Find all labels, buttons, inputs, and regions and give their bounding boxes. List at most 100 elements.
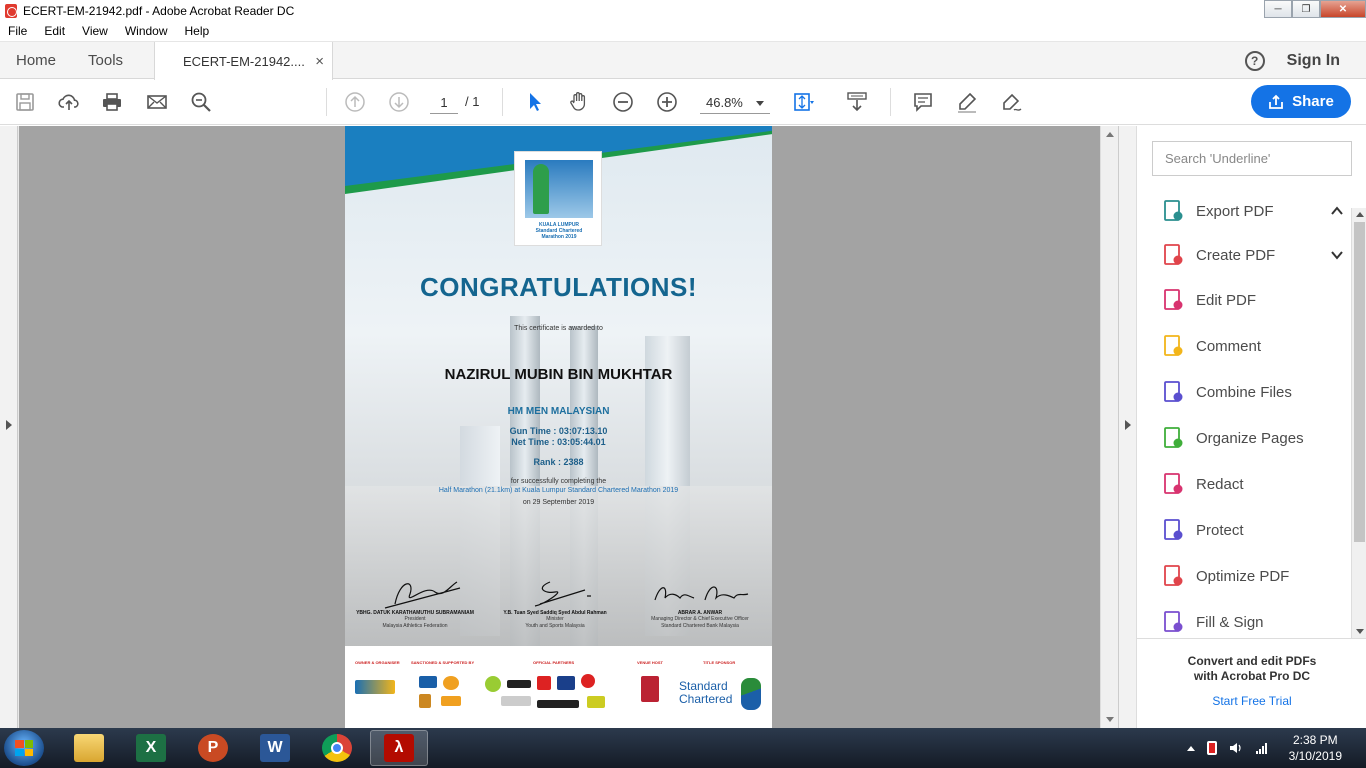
save-icon[interactable] bbox=[14, 91, 36, 113]
sign-pen-icon[interactable] bbox=[1000, 91, 1022, 113]
start-free-trial-link[interactable]: Start Free Trial bbox=[1137, 694, 1366, 708]
menu-edit[interactable]: Edit bbox=[36, 24, 74, 38]
sign-in-link[interactable]: Sign In bbox=[1287, 52, 1340, 70]
scroll-up-icon[interactable] bbox=[1356, 212, 1364, 217]
tool-label: Create PDF bbox=[1196, 246, 1276, 264]
excel-taskbar-button[interactable]: X bbox=[122, 730, 180, 766]
word-taskbar-button[interactable]: W bbox=[246, 730, 304, 766]
tools-scrollbar[interactable] bbox=[1351, 208, 1366, 638]
event-date: on 29 September 2019 bbox=[522, 499, 595, 506]
comment-icon[interactable] bbox=[912, 91, 934, 113]
help-icon[interactable]: ? bbox=[1244, 50, 1265, 71]
tool-protect[interactable]: Protect bbox=[1161, 515, 1351, 545]
zoom-in-icon[interactable] bbox=[656, 91, 678, 113]
tab-home[interactable]: Home bbox=[0, 42, 72, 79]
tab-document-label: ECERT-EM-21942.... bbox=[183, 53, 305, 69]
file-explorer-taskbar-button[interactable] bbox=[60, 730, 118, 766]
menu-file[interactable]: File bbox=[0, 24, 36, 38]
show-hidden-icons-icon[interactable] bbox=[1186, 745, 1195, 751]
tools-search-input[interactable]: Search 'Underline' bbox=[1152, 141, 1352, 176]
select-cursor-icon[interactable] bbox=[524, 91, 546, 113]
signatory-role: Managing Director & Chief Executive Offi… bbox=[651, 616, 749, 622]
combine-files-icon bbox=[1161, 380, 1185, 404]
menu-help[interactable]: Help bbox=[177, 24, 219, 38]
document-scrollbar[interactable] bbox=[1100, 126, 1118, 728]
highlight-pen-icon[interactable] bbox=[956, 91, 978, 113]
tool-edit-pdf[interactable]: Edit PDF bbox=[1161, 285, 1351, 315]
fit-page-icon[interactable] bbox=[792, 91, 814, 113]
promo-text: Convert and edit PDFs with Acrobat Pro D… bbox=[1187, 654, 1317, 683]
sponsor-heading: OWNER & ORGANISER bbox=[355, 660, 400, 665]
sponsor-logo bbox=[557, 676, 575, 690]
share-button[interactable]: Share bbox=[1251, 85, 1351, 118]
tool-export-pdf[interactable]: Export PDF bbox=[1161, 196, 1351, 226]
maximize-button[interactable]: ❐ bbox=[1292, 0, 1320, 18]
upload-cloud-icon[interactable] bbox=[58, 91, 80, 113]
signatory-org: Malaysia Athletics Federation bbox=[382, 623, 448, 629]
comment-icon bbox=[1161, 334, 1185, 358]
tool-fill-sign[interactable]: Fill & Sign bbox=[1161, 607, 1351, 637]
minimize-button[interactable]: ─ bbox=[1264, 0, 1292, 18]
chrome-taskbar-button[interactable] bbox=[308, 730, 366, 766]
signature-block: ABRAR A. ANWAR Managing Director & Chief… bbox=[630, 574, 770, 630]
right-panel-toggle[interactable] bbox=[1118, 126, 1136, 728]
tool-combine-files[interactable]: Combine Files bbox=[1161, 377, 1351, 407]
zoom-level-value: 46.8% bbox=[706, 95, 743, 110]
previous-page-icon[interactable] bbox=[344, 91, 366, 113]
next-page-icon[interactable] bbox=[388, 91, 410, 113]
scroll-thumb[interactable] bbox=[1354, 222, 1365, 542]
tool-comment[interactable]: Comment bbox=[1161, 331, 1351, 361]
clock[interactable]: 2:38 PM 3/10/2019 bbox=[1289, 732, 1342, 764]
marathon-logo: KUALA LUMPUR Standard Chartered Marathon… bbox=[514, 151, 602, 246]
tools-panel: Search 'Underline' Export PDF Create PDF E… bbox=[1136, 126, 1366, 728]
completing-text: for successfully completing the bbox=[510, 478, 607, 485]
tool-organize-pages[interactable]: Organize Pages bbox=[1161, 423, 1351, 453]
menu-window[interactable]: Window bbox=[117, 24, 177, 38]
tool-redact[interactable]: Redact bbox=[1161, 469, 1351, 499]
hand-tool-icon[interactable] bbox=[568, 91, 590, 113]
zoom-level-dropdown[interactable]: 46.8% bbox=[700, 92, 770, 114]
menu-view[interactable]: View bbox=[74, 24, 117, 38]
tab-bar: Home Tools ECERT-EM-21942.... × ? Sign I… bbox=[0, 42, 1366, 80]
print-icon[interactable] bbox=[101, 91, 123, 113]
volume-icon[interactable] bbox=[1229, 741, 1243, 755]
document-workarea: KUALA LUMPUR Standard Chartered Marathon… bbox=[0, 126, 1136, 728]
page-number-input[interactable]: 1 bbox=[430, 92, 458, 114]
scroll-down-icon[interactable] bbox=[1106, 717, 1114, 722]
organize-pages-icon bbox=[1161, 426, 1185, 450]
close-window-button[interactable]: ✕ bbox=[1320, 0, 1366, 18]
scroll-down-icon[interactable] bbox=[1356, 629, 1364, 634]
protect-icon bbox=[1161, 518, 1185, 542]
sponsor-heading: SANCTIONED & SUPPORTED BY bbox=[411, 660, 475, 665]
sponsor-heading: TITLE SPONSOR bbox=[703, 660, 736, 665]
email-icon[interactable] bbox=[146, 91, 168, 113]
tool-create-pdf[interactable]: Create PDF bbox=[1161, 240, 1351, 270]
tool-label: Combine Files bbox=[1196, 383, 1292, 401]
search-icon[interactable] bbox=[190, 91, 212, 113]
start-button[interactable] bbox=[4, 730, 44, 766]
powerpoint-taskbar-button[interactable]: P bbox=[184, 730, 242, 766]
chevron-down-icon[interactable] bbox=[1331, 248, 1343, 260]
left-panel-toggle[interactable] bbox=[0, 126, 18, 728]
word-icon: W bbox=[260, 734, 290, 762]
edit-pdf-icon bbox=[1161, 288, 1185, 312]
share-icon bbox=[1268, 94, 1284, 110]
scroll-mode-icon[interactable] bbox=[846, 91, 868, 113]
zoom-out-icon[interactable] bbox=[612, 91, 634, 113]
sponsor-logo bbox=[485, 676, 501, 692]
device-icon[interactable] bbox=[1206, 741, 1217, 755]
rank: Rank : 2388 bbox=[533, 457, 584, 467]
certificate-headline: CONGRATULATIONS! bbox=[419, 272, 698, 302]
tab-document[interactable]: ECERT-EM-21942.... × bbox=[154, 42, 333, 80]
acrobat-taskbar-button[interactable]: λ bbox=[370, 730, 428, 766]
network-signal-icon[interactable] bbox=[1255, 741, 1269, 755]
chevron-up-icon[interactable] bbox=[1331, 204, 1343, 216]
tab-tools[interactable]: Tools bbox=[72, 42, 139, 79]
close-tab-icon[interactable]: × bbox=[315, 53, 324, 70]
tool-optimize-pdf[interactable]: Optimize PDF bbox=[1161, 561, 1351, 591]
clock-time: 2:38 PM bbox=[1292, 733, 1338, 747]
window-controls: ─ ❐ ✕ bbox=[1264, 0, 1366, 18]
scroll-up-icon[interactable] bbox=[1106, 132, 1114, 137]
fill-sign-icon bbox=[1161, 610, 1185, 634]
standard-chartered-mark bbox=[741, 678, 761, 710]
